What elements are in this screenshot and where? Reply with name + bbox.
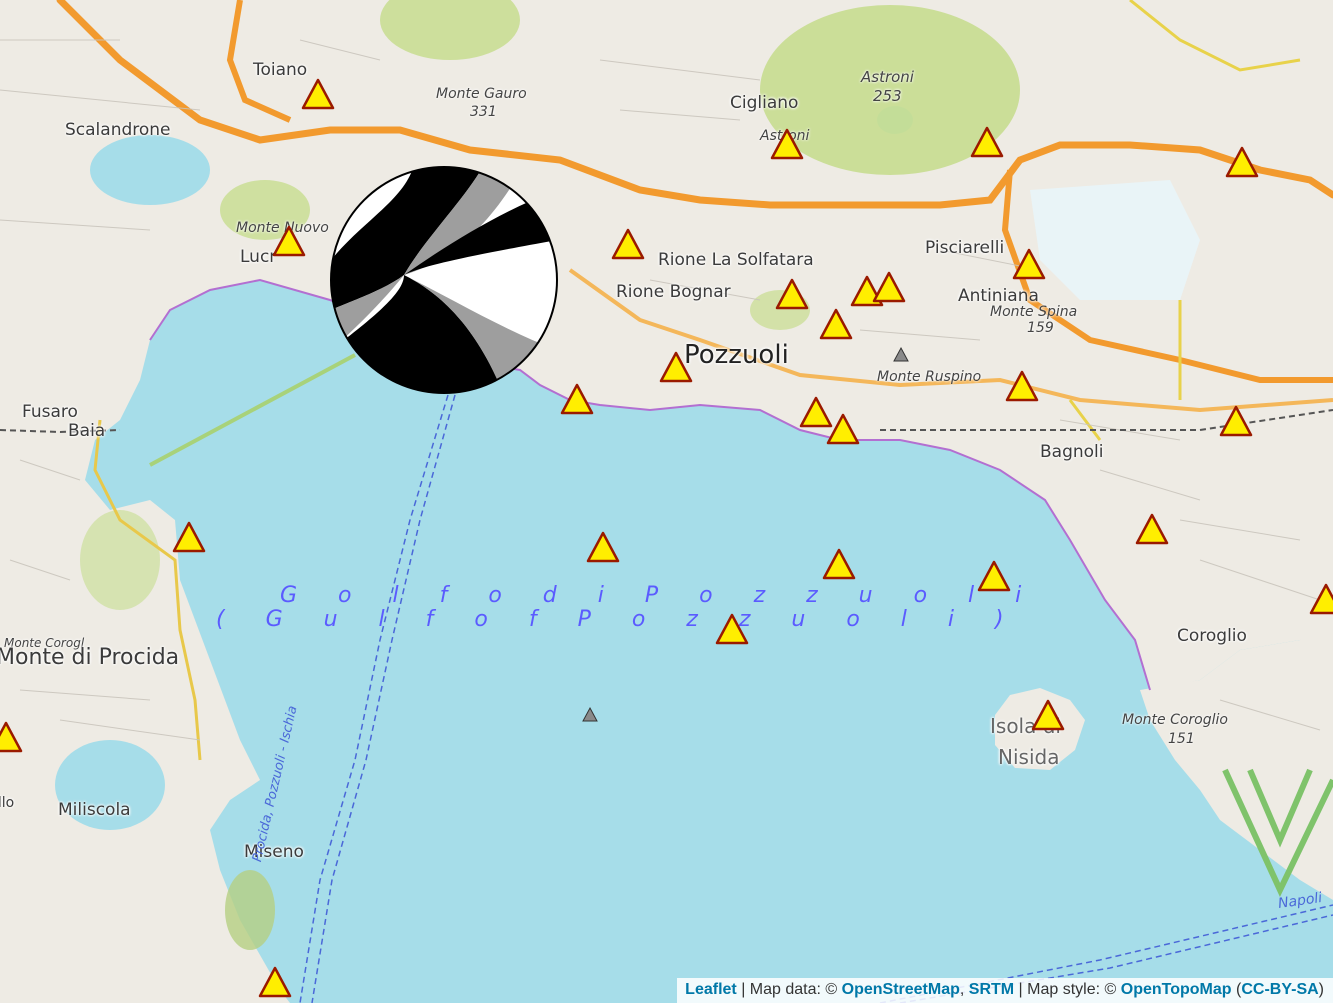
srtm-link[interactable]: SRTM (969, 981, 1014, 998)
leaflet-link[interactable]: Leaflet (685, 981, 737, 998)
label-astroni-elevation: 253 (873, 87, 902, 105)
label-coroglio: Coroglio (1177, 626, 1247, 646)
attribution-sep2: | Map style: © (1014, 981, 1121, 998)
label-astroni: Astroni (861, 68, 914, 86)
osm-link[interactable]: OpenStreetMap (842, 981, 960, 998)
attribution-bar: Leaflet | Map data: © OpenStreetMap, SRT… (677, 978, 1333, 1003)
label-antiniana: Antiniana (958, 286, 1039, 306)
attribution-comma: , (959, 981, 969, 998)
map-canvas[interactable] (0, 0, 1333, 1003)
opentopomap-link[interactable]: OpenTopoMap (1121, 981, 1232, 998)
label-monte-ruspino: Monte Ruspino (877, 369, 982, 385)
green-baia (80, 510, 160, 610)
label-fusaro: Fusaro (22, 402, 78, 422)
label-monte-coroglio: Monte Coroglio (1122, 712, 1228, 728)
attribution-open-paren: ( (1231, 981, 1242, 998)
license-link[interactable]: CC-BY-SA (1241, 981, 1318, 998)
label-gulf-italian: G o l f o d i P o z z u o l i (280, 583, 1036, 608)
attribution-close-paren: ) (1318, 981, 1324, 998)
label-monte-coroglio-elevation: 151 (1168, 731, 1195, 747)
label-edge-illo: illo (0, 795, 15, 811)
label-monte-di-procida: Monte di Procida (0, 645, 180, 670)
label-scalandrone: Scalandrone (65, 120, 171, 140)
label-bagnoli: Bagnoli (1040, 442, 1104, 462)
focal-mechanism-beachball[interactable] (329, 165, 559, 395)
label-gulf-english: ( G u l f o f P o z z u o l i ) (216, 607, 1018, 632)
label-pisciarelli: Pisciarelli (925, 238, 1005, 258)
attribution-sep1: | Map data: © (736, 981, 842, 998)
label-cigliano: Cigliano (730, 93, 799, 113)
label-monte-spina-elevation: 159 (1027, 320, 1054, 336)
green-miseno (225, 870, 275, 950)
label-miliscola: Miliscola (58, 800, 131, 820)
label-nisida: Nisida (998, 745, 1060, 769)
label-baia: Baia (68, 421, 106, 441)
label-rione-la-solfatara: Rione La Solfatara (658, 250, 814, 270)
label-monte-gauro: Monte Gauro (436, 86, 527, 102)
label-monte-gauro-elevation: 331 (470, 104, 497, 120)
label-monte-spina: Monte Spina (990, 304, 1078, 320)
lake-lucrino-averno (90, 135, 210, 205)
label-pozzuoli: Pozzuoli (684, 340, 789, 370)
label-rione-bognar: Rione Bognar (616, 282, 731, 302)
